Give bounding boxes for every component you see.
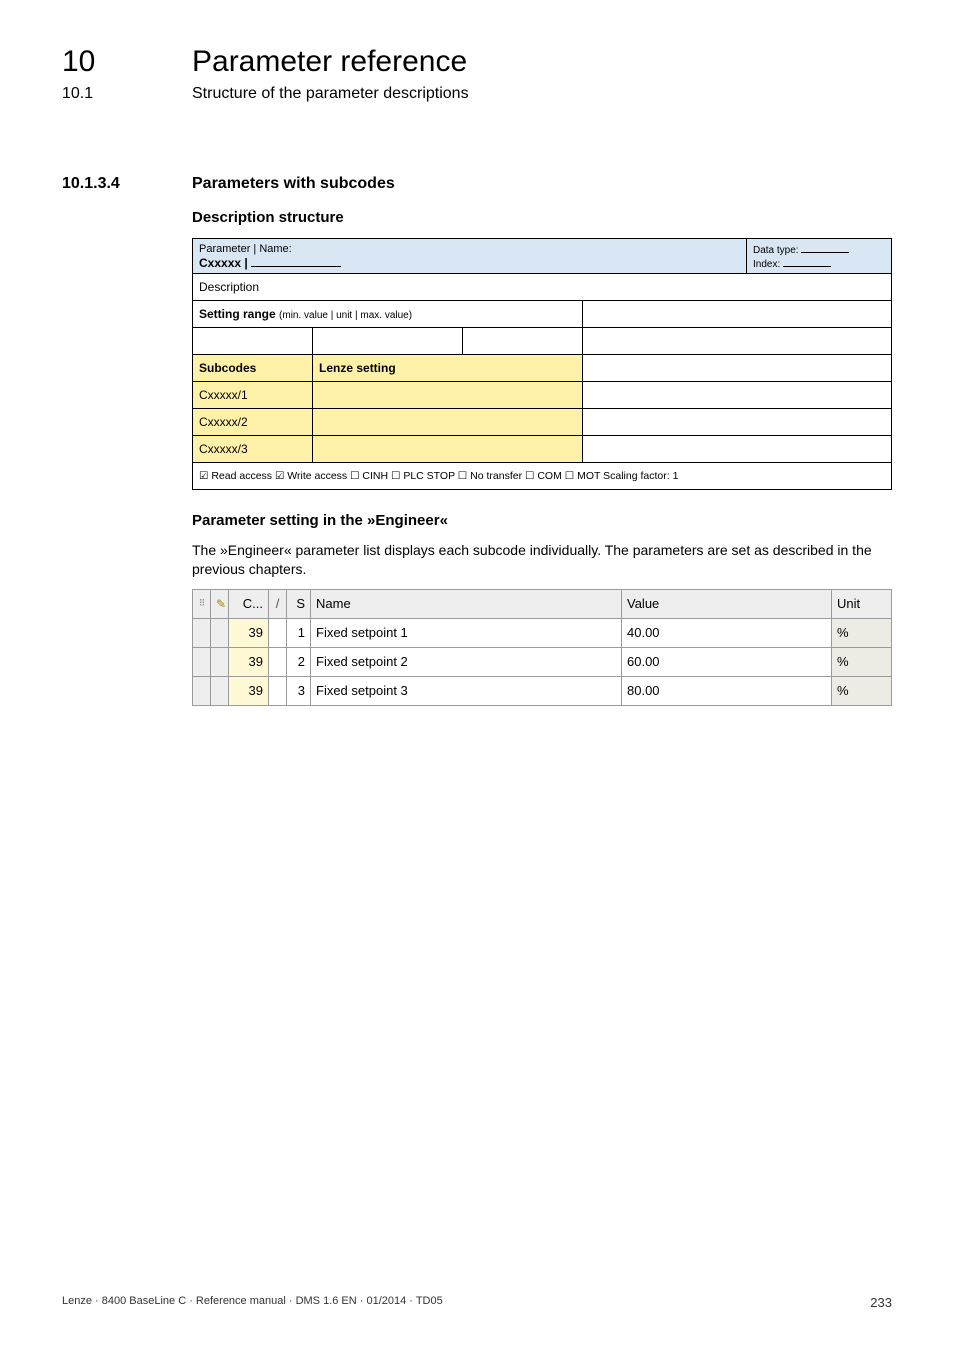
eng-col-pencil-head: ✎ bbox=[211, 589, 229, 618]
subcode-blank bbox=[583, 436, 892, 463]
subcodes-header-blank bbox=[583, 355, 892, 382]
subcode-setting-cell bbox=[313, 382, 583, 409]
eng-col-sub-head: S bbox=[287, 589, 311, 618]
code-cell: 39 bbox=[229, 647, 269, 676]
eng-col-code-head: C... bbox=[229, 589, 269, 618]
subsection-header: 10.1.3.4Parameters with subcodes bbox=[62, 175, 892, 193]
value-cell: 60.00 bbox=[622, 647, 832, 676]
sub-cell: 3 bbox=[287, 676, 311, 705]
chapter-header: 10Parameter reference bbox=[62, 45, 892, 79]
drag-cell bbox=[193, 676, 211, 705]
section-number: 10.1 bbox=[62, 85, 192, 103]
eng-col-name-head: Name bbox=[311, 589, 622, 618]
name-cell: Fixed setpoint 1 bbox=[311, 618, 622, 647]
index-label: Index: bbox=[753, 259, 780, 270]
setting-range-cell: Setting range (min. value | unit | max. … bbox=[193, 301, 583, 328]
subsection-number: 10.1.3.4 bbox=[62, 175, 192, 193]
setting-range-label: Setting range bbox=[199, 307, 276, 321]
engineer-heading: Parameter setting in the »Engineer« bbox=[192, 512, 892, 529]
slash-cell bbox=[269, 647, 287, 676]
setting-range-blank2 bbox=[583, 328, 892, 355]
slash-cell bbox=[269, 676, 287, 705]
subcode-setting-cell bbox=[313, 409, 583, 436]
engineer-table: ⠿ ✎ C... / S Name Value Unit 39 1 F bbox=[192, 589, 892, 706]
table-row: 39 1 Fixed setpoint 1 40.00 % bbox=[193, 618, 892, 647]
subsection-title: Parameters with subcodes bbox=[192, 175, 395, 192]
pencil-icon: ✎ bbox=[216, 597, 226, 611]
drag-cell bbox=[193, 647, 211, 676]
eng-col-unit-head: Unit bbox=[832, 589, 892, 618]
eng-col-slash-head: / bbox=[269, 589, 287, 618]
subcode-blank bbox=[583, 382, 892, 409]
subcode-cell: Cxxxxx/1 bbox=[193, 382, 313, 409]
slash-cell bbox=[269, 618, 287, 647]
value-cell: 80.00 bbox=[622, 676, 832, 705]
parameter-structure-table: Parameter | Name: Cxxxxx | Data type: In… bbox=[192, 238, 892, 490]
param-name-value: Cxxxxx | bbox=[199, 256, 248, 270]
underline-placeholder bbox=[251, 255, 341, 267]
code-cell: 39 bbox=[229, 618, 269, 647]
table-row: 39 2 Fixed setpoint 2 60.00 % bbox=[193, 647, 892, 676]
description-row: Description bbox=[193, 274, 892, 301]
drag-handle-icon: ⠿ bbox=[198, 598, 205, 609]
description-structure-heading: Description structure bbox=[192, 209, 892, 226]
unit-cell: % bbox=[832, 647, 892, 676]
setting-range-small: (min. value | unit | max. value) bbox=[279, 310, 412, 321]
unit-cell: % bbox=[832, 676, 892, 705]
eng-col-drag-head: ⠿ bbox=[193, 589, 211, 618]
param-table-footer: ☑ Read access ☑ Write access ☐ CINH ☐ PL… bbox=[193, 463, 892, 490]
param-name-label: Parameter | Name: bbox=[199, 243, 292, 255]
setting-range-blank bbox=[583, 301, 892, 328]
subcode-setting-cell bbox=[313, 436, 583, 463]
value-cell: 40.00 bbox=[622, 618, 832, 647]
section-title: Structure of the parameter descriptions bbox=[192, 85, 469, 102]
chapter-title: Parameter reference bbox=[192, 45, 467, 78]
datatype-label: Data type: bbox=[753, 245, 799, 256]
setting-range-max bbox=[463, 328, 583, 355]
sub-cell: 2 bbox=[287, 647, 311, 676]
subcodes-header: Subcodes bbox=[193, 355, 313, 382]
underline-index bbox=[783, 256, 831, 267]
pencil-cell bbox=[211, 647, 229, 676]
unit-cell: % bbox=[832, 618, 892, 647]
setting-range-unit bbox=[313, 328, 463, 355]
page-footer: Lenze · 8400 BaseLine C · Reference manu… bbox=[62, 1295, 892, 1310]
dashed-rule: _ _ _ _ _ _ _ _ _ _ _ _ _ _ _ _ _ _ _ _ … bbox=[62, 131, 892, 145]
subcode-blank bbox=[583, 409, 892, 436]
datatype-cell: Data type: Index: bbox=[747, 239, 892, 274]
subcode-cell: Cxxxxx/2 bbox=[193, 409, 313, 436]
lenze-setting-header: Lenze setting bbox=[313, 355, 583, 382]
chapter-number: 10 bbox=[62, 45, 192, 79]
param-footer-text: ☑ Read access ☑ Write access ☐ CINH ☐ PL… bbox=[199, 470, 678, 482]
sub-cell: 1 bbox=[287, 618, 311, 647]
param-name-cell: Parameter | Name: Cxxxxx | bbox=[193, 239, 747, 274]
pencil-cell bbox=[211, 676, 229, 705]
code-cell: 39 bbox=[229, 676, 269, 705]
name-cell: Fixed setpoint 2 bbox=[311, 647, 622, 676]
footer-left: Lenze · 8400 BaseLine C · Reference manu… bbox=[62, 1295, 443, 1307]
setting-range-min bbox=[193, 328, 313, 355]
name-cell: Fixed setpoint 3 bbox=[311, 676, 622, 705]
eng-col-value-head: Value bbox=[622, 589, 832, 618]
table-row: 39 3 Fixed setpoint 3 80.00 % bbox=[193, 676, 892, 705]
page-number: 233 bbox=[870, 1295, 892, 1310]
engineer-body-text: The »Engineer« parameter list displays e… bbox=[192, 541, 892, 579]
section-header: 10.1Structure of the parameter descripti… bbox=[62, 79, 892, 103]
pencil-cell bbox=[211, 618, 229, 647]
underline-datatype bbox=[801, 242, 849, 253]
drag-cell bbox=[193, 618, 211, 647]
subcode-cell: Cxxxxx/3 bbox=[193, 436, 313, 463]
